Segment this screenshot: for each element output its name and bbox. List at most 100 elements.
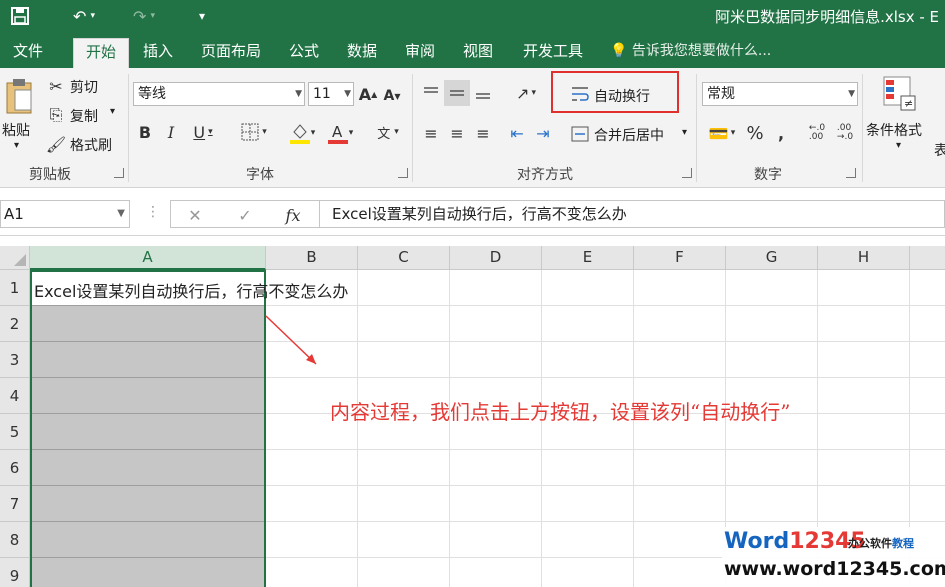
grid-cell[interactable]	[358, 342, 450, 378]
wrap-text-label[interactable]: 自动换行	[594, 86, 650, 106]
accounting-format-icon[interactable]: 💳 ▾	[702, 120, 742, 146]
enter-icon[interactable]: ✓	[233, 203, 257, 227]
copy-icon[interactable]: ⎘	[46, 105, 66, 125]
name-box[interactable]: A1 ▼	[0, 200, 130, 228]
column-header-g[interactable]: G	[726, 246, 818, 270]
column-header-f[interactable]: F	[634, 246, 726, 270]
grid-cell[interactable]	[358, 450, 450, 486]
grid-cell[interactable]	[266, 486, 358, 522]
conditional-dropdown-icon[interactable]: ▾	[896, 140, 901, 151]
grid-cell[interactable]	[726, 270, 818, 306]
grid-cell[interactable]	[910, 378, 945, 414]
grid-cell[interactable]	[634, 342, 726, 378]
grid-cell[interactable]	[266, 450, 358, 486]
align-left-icon[interactable]: ≡	[420, 122, 442, 144]
percent-icon[interactable]: %	[744, 120, 766, 146]
tab-developer[interactable]: 开发工具	[510, 38, 596, 68]
fill-color-icon[interactable]: ▾	[284, 120, 320, 146]
merge-dropdown-icon[interactable]: ▾	[682, 127, 687, 138]
row-header[interactable]: 4	[0, 378, 30, 414]
column-header-h[interactable]: H	[818, 246, 910, 270]
row-header[interactable]: 2	[0, 306, 30, 342]
tab-formulas[interactable]: 公式	[278, 38, 330, 68]
row-header[interactable]: 8	[0, 522, 30, 558]
grid-cell[interactable]	[542, 270, 634, 306]
grid-cell[interactable]	[542, 450, 634, 486]
column-header-partial[interactable]	[910, 246, 945, 270]
customize-icon[interactable]: ▾	[192, 4, 212, 28]
grid-cell[interactable]	[450, 342, 542, 378]
row-header[interactable]: 5	[0, 414, 30, 450]
grid-cell[interactable]	[726, 342, 818, 378]
alignment-launcher-icon[interactable]	[682, 168, 692, 178]
formula-input[interactable]: Excel设置某列自动换行后，行高不变怎么办	[320, 200, 945, 228]
shrink-font-icon[interactable]: A ▼	[382, 84, 402, 108]
grid-cell[interactable]	[358, 306, 450, 342]
grid-cell[interactable]	[818, 378, 910, 414]
column-header-c[interactable]: C	[358, 246, 450, 270]
grid-cell[interactable]	[818, 306, 910, 342]
align-middle-icon[interactable]	[444, 80, 470, 106]
conditional-formatting-label[interactable]: 条件格式	[866, 120, 922, 140]
clipboard-launcher-icon[interactable]	[114, 168, 124, 178]
cell-a1[interactable]: Excel设置某列自动换行后，行高不变怎么办	[34, 278, 348, 302]
format-painter-icon[interactable]: 🖌	[46, 134, 66, 154]
undo-icon[interactable]: ↶ ▾	[64, 4, 104, 28]
grid-cell[interactable]	[818, 486, 910, 522]
decrease-decimal-icon[interactable]: .00 →.0	[832, 120, 858, 146]
grid-cell[interactable]	[450, 522, 542, 558]
wrap-text-icon[interactable]	[568, 82, 592, 106]
increase-indent-icon[interactable]: ⇥	[532, 122, 554, 144]
tell-me-box[interactable]: 💡 告诉我您想要做什么...	[610, 38, 771, 64]
grid-cell[interactable]	[818, 450, 910, 486]
number-launcher-icon[interactable]	[846, 168, 856, 178]
bold-icon[interactable]: B	[134, 120, 156, 144]
column-header-b[interactable]: B	[266, 246, 358, 270]
grid-cell[interactable]	[450, 486, 542, 522]
grid-cell[interactable]	[542, 486, 634, 522]
column-header-a[interactable]: A	[30, 246, 266, 270]
insert-function-icon[interactable]: fx	[281, 203, 305, 227]
cut-label[interactable]: 剪切	[70, 77, 98, 97]
font-color-icon[interactable]: A ▾	[322, 120, 358, 146]
grid-cell[interactable]	[634, 306, 726, 342]
comma-style-icon[interactable]: ,	[770, 120, 792, 146]
grid-cell[interactable]	[634, 270, 726, 306]
column-header-e[interactable]: E	[542, 246, 634, 270]
merge-center-label[interactable]: 合并后居中	[594, 125, 664, 145]
row-header[interactable]: 9	[0, 558, 30, 587]
save-icon[interactable]	[8, 4, 32, 28]
align-top-icon[interactable]	[420, 82, 442, 104]
redo-icon[interactable]: ↷ ▾	[124, 4, 164, 28]
grid-cell[interactable]	[910, 486, 945, 522]
grid-cell[interactable]	[726, 306, 818, 342]
grid-cell[interactable]	[542, 558, 634, 587]
grid-cell[interactable]	[450, 306, 542, 342]
grid-cell[interactable]	[634, 486, 726, 522]
grid-cell[interactable]	[358, 270, 450, 306]
more-options-icon[interactable]: ⋮	[146, 204, 160, 220]
conditional-formatting-icon[interactable]: ≠	[880, 74, 920, 114]
copy-dropdown-icon[interactable]: ▾	[110, 106, 115, 117]
grid-cell[interactable]	[818, 270, 910, 306]
row-header[interactable]: 6	[0, 450, 30, 486]
font-name-combo[interactable]: 等线 ▼	[133, 82, 305, 106]
grid-cell[interactable]	[266, 558, 358, 587]
grid-cell[interactable]	[634, 450, 726, 486]
underline-icon[interactable]: U ▾	[186, 120, 220, 144]
row-header[interactable]: 1	[0, 270, 30, 306]
cancel-icon[interactable]: ✕	[183, 203, 207, 227]
grow-font-icon[interactable]: A ▲	[358, 82, 378, 106]
grid-cell[interactable]	[726, 450, 818, 486]
phonetic-icon[interactable]: 文 ▾	[368, 118, 408, 146]
tab-data[interactable]: 数据	[336, 38, 388, 68]
grid-cell[interactable]	[910, 342, 945, 378]
tab-insert[interactable]: 插入	[132, 38, 184, 68]
tab-home[interactable]: 开始	[73, 38, 129, 68]
grid-cell[interactable]	[818, 414, 910, 450]
grid-cell[interactable]	[542, 306, 634, 342]
grid-cell[interactable]	[634, 522, 726, 558]
format-painter-label[interactable]: 格式刷	[70, 135, 112, 155]
align-bottom-icon[interactable]	[472, 82, 494, 104]
font-launcher-icon[interactable]	[398, 168, 408, 178]
